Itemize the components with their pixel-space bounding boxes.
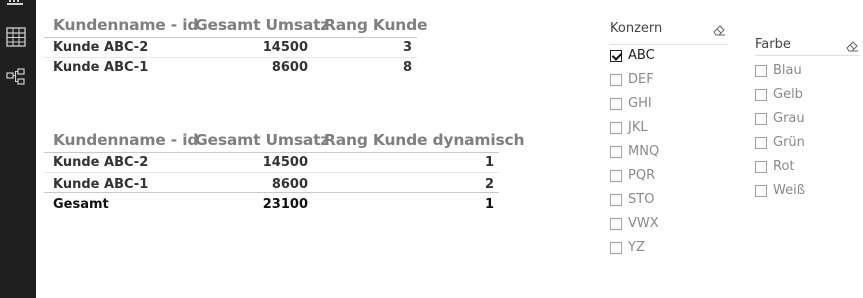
cell-gesamt-umsatz: 14500 — [262, 155, 308, 170]
slicer-item-label: PQR — [628, 168, 656, 183]
cell-gesamt-umsatz: 8600 — [271, 177, 308, 192]
column-header-gesamt-umsatz[interactable]: Gesamt Umsatz — [195, 131, 329, 149]
slicer-item-label: Weiß — [773, 183, 805, 198]
slicer-item-gelb[interactable]: Gelb — [755, 86, 855, 106]
checkbox[interactable] — [755, 65, 767, 77]
slicer-item-label: Blau — [773, 63, 802, 78]
column-header-kundenname[interactable]: Kundenname - id — [53, 131, 198, 149]
checkbox[interactable] — [610, 242, 622, 254]
slicer-item-label: DEF — [628, 72, 654, 87]
column-header-kundenname[interactable]: Kundenname - id — [53, 16, 198, 34]
total-gesamt-umsatz: 23100 — [262, 197, 308, 212]
slicer-item-label: Gelb — [773, 87, 803, 102]
cell-rang-kunde-dynamisch: 2 — [484, 177, 494, 192]
column-header-rang-kunde-dynamisch[interactable]: Rang Kunde dynamisch — [324, 131, 525, 149]
table-header: Kundenname - id Gesamt Umsatz Rang Kunde — [44, 16, 504, 38]
cell-kundenname: Kunde ABC-1 — [53, 60, 149, 75]
cell-kundenname: Kunde ABC-1 — [53, 177, 149, 192]
checkbox[interactable] — [755, 137, 767, 149]
slicer-item-vwx[interactable]: VWX — [610, 215, 710, 235]
checkbox-checked[interactable] — [610, 50, 622, 62]
slicer-item-mnq[interactable]: MNQ — [610, 143, 710, 163]
checkbox[interactable] — [610, 146, 622, 158]
slicer-item-label: YZ — [628, 240, 645, 255]
slicer-item-def[interactable]: DEF — [610, 71, 710, 91]
table-row: Kunde ABC-2 14500 1 — [44, 153, 504, 173]
slicer-item-label: Grün — [773, 135, 805, 150]
cell-rang-kunde-dynamisch: 1 — [484, 155, 494, 170]
checkbox[interactable] — [610, 98, 622, 110]
checkbox[interactable] — [755, 161, 767, 173]
report-view-icon[interactable] — [6, 0, 26, 6]
checkbox[interactable] — [610, 122, 622, 134]
slicer-title: Farbe — [755, 37, 791, 52]
cell-gesamt-umsatz: 14500 — [262, 40, 308, 55]
cell-rang-kunde: 8 — [402, 60, 412, 75]
total-divider — [44, 192, 499, 193]
relationship-model-icon[interactable] — [6, 67, 26, 87]
slicer-item-label: VWX — [628, 216, 659, 231]
slicer-item-abc[interactable]: ABC — [610, 47, 710, 67]
slicer-item-pqr[interactable]: PQR — [610, 167, 710, 187]
column-header-gesamt-umsatz[interactable]: Gesamt Umsatz — [195, 16, 329, 34]
table-row: Kunde ABC-2 14500 3 — [44, 38, 504, 58]
slicer-item-gruen[interactable]: Grün — [755, 134, 855, 154]
row-divider — [44, 172, 499, 173]
slicer-item-jkl[interactable]: JKL — [610, 119, 710, 139]
slicer-header-divider — [755, 55, 860, 56]
checkbox[interactable] — [610, 170, 622, 182]
slicer-item-weiss[interactable]: Weiß — [755, 182, 855, 202]
total-rang-kunde-dynamisch: 1 — [484, 197, 494, 212]
checkbox[interactable] — [755, 113, 767, 125]
cell-kundenname: Kunde ABC-2 — [53, 155, 149, 170]
slicer-item-label: STO — [628, 192, 655, 207]
cell-rang-kunde: 3 — [402, 40, 412, 55]
slicer-item-sto[interactable]: STO — [610, 191, 710, 211]
eraser-icon[interactable] — [845, 39, 859, 53]
checkbox[interactable] — [755, 89, 767, 101]
slicer-item-blau[interactable]: Blau — [755, 62, 855, 82]
slicer-item-grau[interactable]: Grau — [755, 110, 855, 130]
table-total-row: Gesamt 23100 1 — [44, 195, 504, 215]
checkbox[interactable] — [610, 74, 622, 86]
slicer-header-divider — [610, 44, 728, 45]
checkbox[interactable] — [610, 218, 622, 230]
cell-gesamt-umsatz: 8600 — [271, 60, 308, 75]
checkbox[interactable] — [610, 194, 622, 206]
table-header: Kundenname - id Gesamt Umsatz Rang Kunde… — [44, 131, 525, 153]
slicer-title: Konzern — [610, 21, 663, 36]
slicer-item-label: Rot — [773, 159, 795, 174]
table-grid-icon[interactable] — [6, 27, 26, 47]
slicer-item-yz[interactable]: YZ — [610, 239, 710, 259]
slicer-item-ghi[interactable]: GHI — [610, 95, 710, 115]
eraser-icon[interactable] — [712, 23, 726, 37]
slicer-item-rot[interactable]: Rot — [755, 158, 855, 178]
slicer-item-label: ABC — [628, 48, 655, 63]
checkbox[interactable] — [755, 185, 767, 197]
column-header-rang-kunde[interactable]: Rang Kunde — [324, 16, 428, 34]
slicer-item-label: GHI — [628, 96, 652, 111]
slicer-item-label: MNQ — [628, 144, 660, 159]
slicer-item-label: JKL — [628, 120, 648, 135]
slicer-item-label: Grau — [773, 111, 805, 126]
table-row: Kunde ABC-1 8600 8 — [44, 58, 504, 78]
total-label: Gesamt — [53, 197, 109, 212]
left-nav-rail — [0, 0, 36, 298]
cell-kundenname: Kunde ABC-2 — [53, 40, 149, 55]
